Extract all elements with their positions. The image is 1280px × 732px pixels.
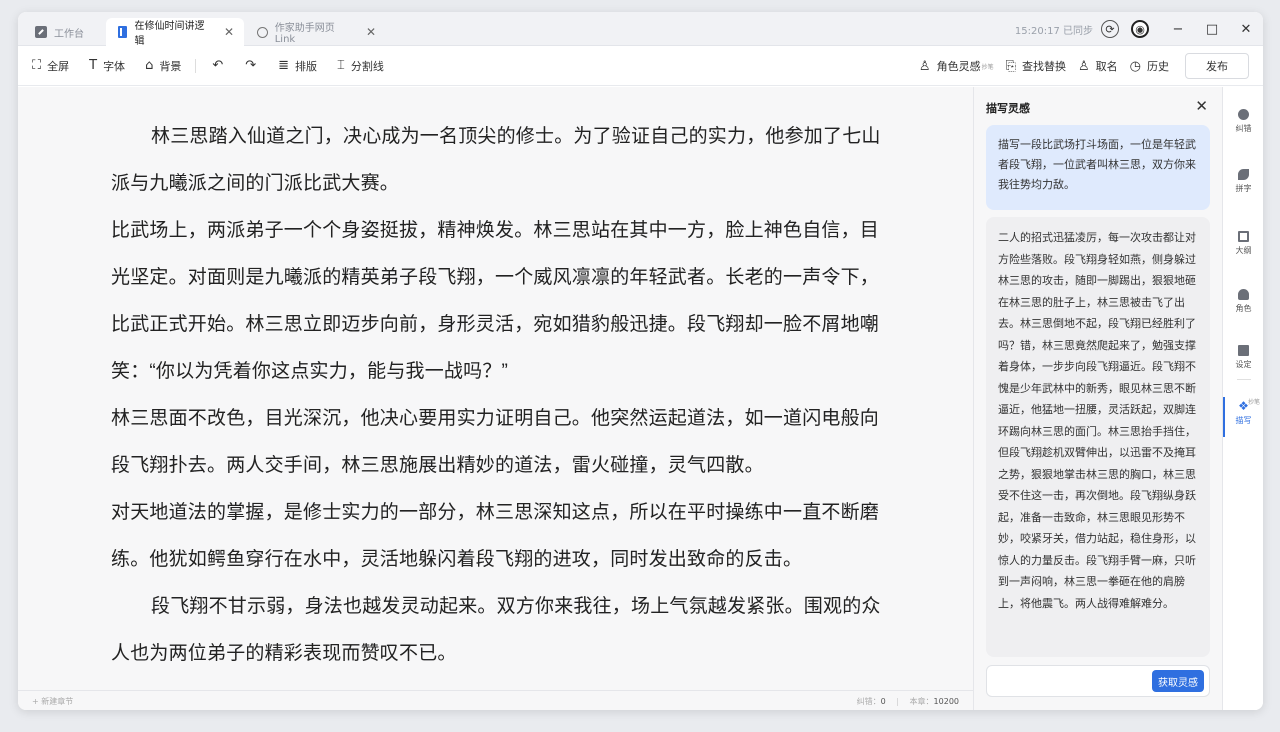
divider-label: 分割线 — [350, 59, 384, 73]
globe-icon — [256, 25, 269, 39]
fullscreen-label: 全屏 — [47, 59, 70, 73]
rail-label: 描写 — [1235, 416, 1252, 425]
naming-button[interactable]: ♙ 取名 — [1078, 58, 1118, 74]
minimize-button[interactable]: − — [1161, 22, 1195, 37]
chapter-text[interactable]: 林三思踏入仙道之门，决心成为一名顶尖的修士。为了验证自己的实力，他参加了七山派与… — [111, 113, 891, 677]
character-inspiration-button[interactable]: ♙ 角色灵感 抄笔 — [919, 58, 994, 74]
errors-count: 0 — [880, 697, 886, 706]
history-button[interactable]: ◷ 历史 — [1130, 58, 1169, 74]
rail-item-settings[interactable]: 设定 — [1223, 345, 1263, 370]
fullscreen-button[interactable]: ⛶ 全屏 — [32, 58, 69, 74]
naming-label: 取名 — [1095, 60, 1118, 73]
paragraph[interactable]: 林三思踏入仙道之门，决心成为一名顶尖的修士。为了验证自己的实力，他参加了七山派与… — [111, 113, 891, 207]
user-icon — [1238, 289, 1249, 300]
prompt-message: 描写一段比武场打斗场面，一位是年轻武者段飞翔，一位武者叫林三思，双方你来我往势均… — [986, 125, 1210, 210]
errors-label: 纠错： — [856, 697, 881, 706]
rail-item-outline[interactable]: 大纲 — [1223, 231, 1263, 256]
settings-icon — [1238, 345, 1249, 356]
font-button[interactable]: T 字体 — [89, 58, 125, 74]
feature-tag: 抄笔 — [1247, 399, 1260, 406]
close-tab-icon[interactable]: ✕ — [224, 25, 234, 39]
history-label: 历史 — [1147, 60, 1169, 73]
rail-item-characters[interactable]: 角色 — [1223, 289, 1263, 314]
inspiration-panel: 描写灵感 ✕ 描写一段比武场打斗场面，一位是年轻武者段飞翔，一位武者叫林三思，双… — [973, 87, 1222, 710]
background-button[interactable]: ⌂ 背景 — [145, 58, 181, 74]
chapter-label: 本章： — [909, 697, 934, 706]
close-window-button[interactable]: ✕ — [1229, 22, 1263, 37]
redo-button[interactable]: ↷ — [245, 58, 262, 73]
settings-gear-icon[interactable]: ◉ — [1131, 20, 1149, 38]
close-icon[interactable]: ✕ — [1195, 97, 1208, 115]
document-icon — [116, 25, 129, 39]
rail-label: 大纲 — [1235, 246, 1252, 255]
status-bar: + 新建章节 纠错：0 | 本章：10200 — [18, 690, 973, 710]
app-window: 工作台 在修仙时间讲逻辑 ✕ 作家助手网页Link ✕ 15:20:17 已同步… — [18, 12, 1263, 710]
editor-area[interactable]: 林三思踏入仙道之门，决心成为一名顶尖的修士。为了验证自己的实力，他参加了七山派与… — [18, 87, 973, 690]
publish-button[interactable]: 发布 — [1185, 53, 1249, 79]
paragraph[interactable]: 比武场上，两派弟子一个个身姿挺拔，精神焕发。林三思站在其中一方，脸上神色自信，目… — [111, 207, 891, 395]
shirt-icon: ⌂ — [145, 58, 154, 73]
generated-result: 二人的招式迅猛凌厉，每一次攻击都让对方险些落败。段飞翔身轻如燕，侧身躲过林三思的… — [986, 217, 1210, 657]
font-label: 字体 — [103, 59, 126, 73]
paragraph[interactable]: 对天地道法的掌握，是修士实力的一部分，林三思深知这点，所以在平时操练中一直不断磨… — [111, 489, 891, 583]
rail-divider — [1237, 379, 1251, 380]
naming-icon: ♙ — [1078, 58, 1090, 74]
word-stats: 纠错：0 | 本章：10200 — [856, 697, 959, 706]
background-label: 背景 — [159, 59, 182, 73]
rail-label: 设定 — [1235, 360, 1252, 369]
layout-icon: ≣ — [278, 58, 290, 73]
person-icon: ♙ — [918, 58, 931, 74]
find-replace-icon: ⎘ — [1005, 58, 1016, 74]
fullscreen-icon: ⛶ — [32, 58, 42, 73]
tab-bar: 工作台 在修仙时间讲逻辑 ✕ 作家助手网页Link ✕ 15:20:17 已同步… — [18, 12, 1263, 47]
tab-label: 作家助手网页Link — [274, 23, 335, 45]
layout-button[interactable]: ≣ 排版 — [278, 58, 317, 74]
check-icon — [1238, 109, 1249, 120]
prompt-input[interactable]: 获取灵感 — [986, 665, 1210, 697]
undo-button[interactable]: ↶ — [212, 58, 229, 73]
feature-tag: 抄笔 — [981, 63, 994, 71]
tab-label: 工作台 — [54, 28, 84, 40]
toolbar-right: ♙ 角色灵感 抄笔 ⎘ 查找替换 ♙ 取名 ◷ 历史 发布 — [907, 46, 1249, 86]
rail-item-describe[interactable]: 抄笔 ❖ 描写 — [1223, 397, 1263, 437]
sync-icon[interactable]: ⟳ — [1101, 20, 1119, 38]
font-icon: T — [89, 58, 98, 73]
character-inspiration-label: 角色灵感 — [936, 60, 981, 73]
divider-icon: ⌶ — [337, 58, 345, 73]
get-inspiration-button[interactable]: 获取灵感 — [1152, 670, 1204, 692]
find-replace-label: 查找替换 — [1022, 60, 1066, 73]
redo-icon: ↷ — [245, 58, 257, 73]
history-icon: ◷ — [1129, 58, 1141, 74]
tab-web-link[interactable]: 作家助手网页Link ✕ — [246, 18, 386, 46]
workbench-icon — [34, 25, 48, 39]
titlebar-controls: 15:20:17 已同步 ⟳ ◉ − □ ✕ — [1015, 12, 1263, 46]
maximize-button[interactable]: □ — [1195, 22, 1229, 37]
panel-title: 描写灵感 — [986, 102, 1030, 115]
rail-item-spelling[interactable]: 拼字 — [1223, 169, 1263, 194]
close-tab-icon[interactable]: ✕ — [366, 25, 376, 39]
rail-label: 纠错 — [1235, 124, 1252, 133]
undo-icon: ↶ — [212, 58, 224, 73]
find-replace-button[interactable]: ⎘ 查找替换 — [1006, 58, 1066, 74]
divider-button[interactable]: ⌶ 分割线 — [337, 58, 384, 74]
tab-current-document[interactable]: 在修仙时间讲逻辑 ✕ — [106, 18, 244, 47]
paragraph[interactable]: 林三思面不改色，目光深沉，他决心要用实力证明自己。他突然运起道法，如一道闪电般向… — [111, 395, 891, 489]
layout-label: 排版 — [295, 59, 318, 73]
toolbar-divider — [195, 58, 197, 73]
pen-icon — [1238, 169, 1249, 180]
rail-label: 角色 — [1235, 304, 1252, 313]
paragraph[interactable]: 段飞翔不甘示弱，身法也越发灵动起来。双方你来我往，场上气氛越发紧张。围观的众人也… — [111, 583, 891, 677]
rail-item-proofread[interactable]: 纠错 — [1223, 109, 1263, 134]
new-chapter-button[interactable]: + 新建章节 — [32, 696, 73, 707]
editor-toolbar: ⛶ 全屏 T 字体 ⌂ 背景 ↶ ↷ ≣ 排版 ⌶ 分割线 ♙ 角色灵感 抄笔 … — [18, 46, 1263, 86]
rail-label: 拼字 — [1235, 184, 1252, 193]
right-rail: 纠错 拼字 大纲 角色 设定 抄笔 ❖ 描写 — [1222, 87, 1263, 710]
tab-workbench[interactable]: 工作台 — [24, 18, 94, 46]
outline-icon — [1238, 231, 1249, 242]
chapter-word-count: 10200 — [933, 697, 959, 706]
tab-label: 在修仙时间讲逻辑 — [134, 21, 205, 47]
sync-status: 15:20:17 已同步 — [1014, 25, 1093, 37]
